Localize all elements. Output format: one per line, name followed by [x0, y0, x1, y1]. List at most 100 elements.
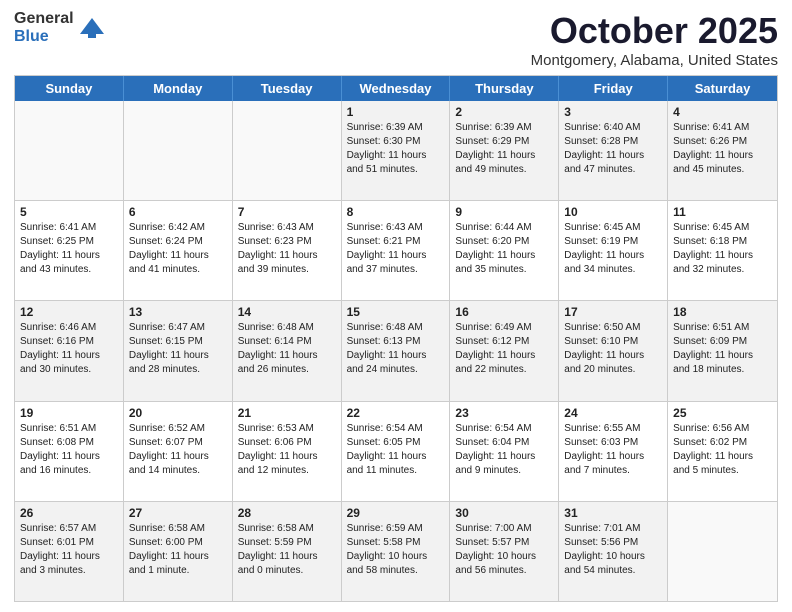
cell-info: Sunrise: 7:00 AMSunset: 5:57 PMDaylight:…	[455, 522, 553, 578]
day-number: 4	[673, 105, 772, 119]
calendar-cell: 23 Sunrise: 6:54 AMSunset: 6:04 PMDayligh…	[450, 402, 559, 501]
cell-info: Sunrise: 6:53 AMSunset: 6:06 PMDaylight:…	[238, 422, 336, 478]
cell-info: Sunrise: 6:58 AMSunset: 5:59 PMDaylight:…	[238, 522, 336, 578]
header-day: Tuesday	[233, 76, 342, 101]
cell-info: Sunrise: 6:43 AMSunset: 6:21 PMDaylight:…	[347, 221, 445, 277]
day-number: 14	[238, 305, 336, 319]
cell-info: Sunrise: 6:49 AMSunset: 6:12 PMDaylight:…	[455, 321, 553, 377]
cell-info: Sunrise: 6:47 AMSunset: 6:15 PMDaylight:…	[129, 321, 227, 377]
title-block: October 2025 Montgomery, Alabama, United…	[531, 10, 778, 69]
day-number: 13	[129, 305, 227, 319]
day-number: 15	[347, 305, 445, 319]
cell-info: Sunrise: 6:40 AMSunset: 6:28 PMDaylight:…	[564, 121, 662, 177]
day-number: 26	[20, 506, 118, 520]
cell-info: Sunrise: 6:46 AMSunset: 6:16 PMDaylight:…	[20, 321, 118, 377]
calendar-row: 26Sunrise: 6:57 AMSunset: 6:01 PMDayligh…	[15, 502, 777, 601]
title-month: October 2025	[531, 10, 778, 52]
day-number: 31	[564, 506, 662, 520]
page: General Blue October 2025 Montgomery, Al…	[0, 0, 792, 612]
cell-info: Sunrise: 6:39 AMSunset: 6:29 PMDaylight:…	[455, 121, 553, 177]
logo-blue: Blue	[14, 28, 74, 46]
cell-info: Sunrise: 6:56 AMSunset: 6:02 PMDaylight:…	[673, 422, 772, 478]
day-number: 12	[20, 305, 118, 319]
calendar-row: 1Sunrise: 6:39 AMSunset: 6:30 PMDaylight…	[15, 101, 777, 201]
calendar-cell: 28 Sunrise: 6:58 AMSunset: 5:59 PMDayligh…	[233, 502, 342, 601]
calendar-cell: 1Sunrise: 6:39 AMSunset: 6:30 PMDaylight…	[342, 101, 451, 200]
logo-text: General Blue	[14, 10, 74, 45]
calendar-cell: 3 Sunrise: 6:40 AMSunset: 6:28 PMDaylight…	[559, 101, 668, 200]
day-number: 1	[347, 105, 445, 119]
calendar-header: SundayMondayTuesdayWednesdayThursdayFrid…	[15, 76, 777, 101]
cell-info: Sunrise: 6:54 AMSunset: 6:04 PMDaylight:…	[455, 422, 553, 478]
logo-general: General	[14, 10, 74, 28]
day-number: 8	[347, 205, 445, 219]
calendar-body: 1Sunrise: 6:39 AMSunset: 6:30 PMDaylight…	[15, 101, 777, 601]
cell-info: Sunrise: 6:43 AMSunset: 6:23 PMDaylight:…	[238, 221, 336, 277]
calendar-cell: 11 Sunrise: 6:45 AMSunset: 6:18 PMDayligh…	[668, 201, 777, 300]
calendar-cell: 27 Sunrise: 6:58 AMSunset: 6:00 PMDayligh…	[124, 502, 233, 601]
calendar-cell: 21 Sunrise: 6:53 AMSunset: 6:06 PMDayligh…	[233, 402, 342, 501]
calendar-cell: 2Sunrise: 6:39 AMSunset: 6:29 PMDaylight…	[450, 101, 559, 200]
day-number: 11	[673, 205, 772, 219]
cell-info: Sunrise: 6:44 AMSunset: 6:20 PMDaylight:…	[455, 221, 553, 277]
day-number: 27	[129, 506, 227, 520]
header-day: Saturday	[668, 76, 777, 101]
day-number: 10	[564, 205, 662, 219]
cell-info: Sunrise: 6:52 AMSunset: 6:07 PMDaylight:…	[129, 422, 227, 478]
cell-info: Sunrise: 6:59 AMSunset: 5:58 PMDaylight:…	[347, 522, 445, 578]
header-day: Sunday	[15, 76, 124, 101]
day-number: 19	[20, 406, 118, 420]
cell-info: Sunrise: 6:45 AMSunset: 6:19 PMDaylight:…	[564, 221, 662, 277]
calendar-cell: 6Sunrise: 6:42 AMSunset: 6:24 PMDaylight…	[124, 201, 233, 300]
day-number: 24	[564, 406, 662, 420]
day-number: 17	[564, 305, 662, 319]
header-day: Monday	[124, 76, 233, 101]
calendar-cell: 24 Sunrise: 6:55 AMSunset: 6:03 PMDayligh…	[559, 402, 668, 501]
cell-info: Sunrise: 6:50 AMSunset: 6:10 PMDaylight:…	[564, 321, 662, 377]
day-number: 9	[455, 205, 553, 219]
calendar-cell: 19 Sunrise: 6:51 AMSunset: 6:08 PMDayligh…	[15, 402, 124, 501]
day-number: 16	[455, 305, 553, 319]
day-number: 21	[238, 406, 336, 420]
header-day: Wednesday	[342, 76, 451, 101]
calendar: SundayMondayTuesdayWednesdayThursdayFrid…	[14, 75, 778, 602]
calendar-cell: 25 Sunrise: 6:56 AMSunset: 6:02 PMDayligh…	[668, 402, 777, 501]
calendar-cell: 10 Sunrise: 6:45 AMSunset: 6:19 PMDayligh…	[559, 201, 668, 300]
day-number: 30	[455, 506, 553, 520]
title-location: Montgomery, Alabama, United States	[531, 52, 778, 69]
calendar-cell: 12 Sunrise: 6:46 AMSunset: 6:16 PMDayligh…	[15, 301, 124, 400]
calendar-cell: 30 Sunrise: 7:00 AMSunset: 5:57 PMDayligh…	[450, 502, 559, 601]
calendar-cell: 5Sunrise: 6:41 AMSunset: 6:25 PMDaylight…	[15, 201, 124, 300]
calendar-cell: 8 Sunrise: 6:43 AMSunset: 6:21 PMDaylight…	[342, 201, 451, 300]
cell-info: Sunrise: 6:48 AMSunset: 6:13 PMDaylight:…	[347, 321, 445, 377]
cell-info: Sunrise: 6:51 AMSunset: 6:08 PMDaylight:…	[20, 422, 118, 478]
calendar-cell: 29 Sunrise: 6:59 AMSunset: 5:58 PMDayligh…	[342, 502, 451, 601]
calendar-cell: 9 Sunrise: 6:44 AMSunset: 6:20 PMDaylight…	[450, 201, 559, 300]
cell-info: Sunrise: 7:01 AMSunset: 5:56 PMDaylight:…	[564, 522, 662, 578]
calendar-row: 12 Sunrise: 6:46 AMSunset: 6:16 PMDayligh…	[15, 301, 777, 401]
day-number: 29	[347, 506, 445, 520]
logo: General Blue	[14, 10, 106, 45]
calendar-cell: 7Sunrise: 6:43 AMSunset: 6:23 PMDaylight…	[233, 201, 342, 300]
day-number: 28	[238, 506, 336, 520]
day-number: 23	[455, 406, 553, 420]
calendar-cell: 22Sunrise: 6:54 AMSunset: 6:05 PMDayligh…	[342, 402, 451, 501]
header-day: Friday	[559, 76, 668, 101]
cell-info: Sunrise: 6:45 AMSunset: 6:18 PMDaylight:…	[673, 221, 772, 277]
cell-info: Sunrise: 6:58 AMSunset: 6:00 PMDaylight:…	[129, 522, 227, 578]
calendar-cell: 13 Sunrise: 6:47 AMSunset: 6:15 PMDayligh…	[124, 301, 233, 400]
calendar-cell: 31 Sunrise: 7:01 AMSunset: 5:56 PMDayligh…	[559, 502, 668, 601]
calendar-cell: 17 Sunrise: 6:50 AMSunset: 6:10 PMDayligh…	[559, 301, 668, 400]
day-number: 25	[673, 406, 772, 420]
calendar-cell	[124, 101, 233, 200]
cell-info: Sunrise: 6:42 AMSunset: 6:24 PMDaylight:…	[129, 221, 227, 277]
day-number: 22	[347, 406, 445, 420]
calendar-cell	[15, 101, 124, 200]
calendar-cell	[233, 101, 342, 200]
calendar-cell: 18Sunrise: 6:51 AMSunset: 6:09 PMDayligh…	[668, 301, 777, 400]
calendar-cell: 16 Sunrise: 6:49 AMSunset: 6:12 PMDayligh…	[450, 301, 559, 400]
calendar-cell: 26Sunrise: 6:57 AMSunset: 6:01 PMDayligh…	[15, 502, 124, 601]
cell-info: Sunrise: 6:51 AMSunset: 6:09 PMDaylight:…	[673, 321, 772, 377]
day-number: 3	[564, 105, 662, 119]
cell-info: Sunrise: 6:55 AMSunset: 6:03 PMDaylight:…	[564, 422, 662, 478]
